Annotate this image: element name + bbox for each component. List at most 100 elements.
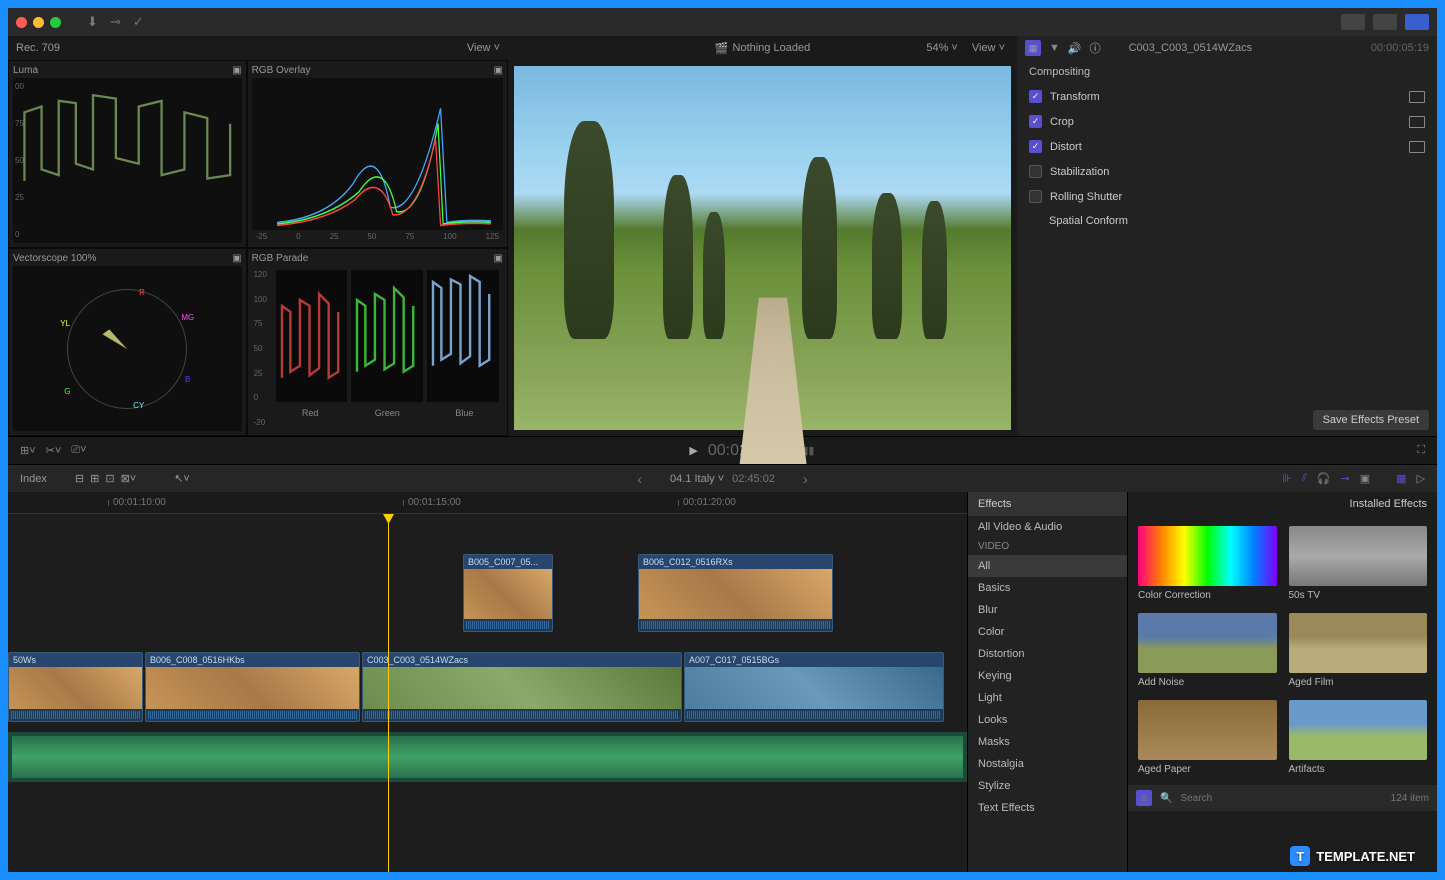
keyword-icon[interactable]: ⊸	[110, 14, 121, 30]
effects-category-blur[interactable]: Blur	[968, 599, 1127, 621]
timeline-toolbar: Index ⊟ ⊞ ⊡ ⊠˅ ↖˅ ‹ 04.1 Italy ˅ 02:45:0…	[8, 464, 1437, 492]
effect-thumb-aged-film[interactable]: Aged Film	[1289, 613, 1428, 688]
checkbox-icon[interactable]: ✓	[1029, 90, 1042, 103]
skimming-icon[interactable]: ⊞˅	[20, 444, 36, 457]
playhead[interactable]	[388, 514, 389, 872]
transform-tool-icon[interactable]	[1409, 141, 1425, 153]
tl-skimming-icon[interactable]: ▣	[1360, 472, 1370, 485]
effects-browser-header[interactable]: Installed Effects	[1128, 492, 1437, 516]
viewer-title: Nothing Loaded	[733, 42, 811, 54]
effects-category-nostalgia[interactable]: Nostalgia	[968, 753, 1127, 775]
checkbox-icon[interactable]: ✓	[1029, 140, 1042, 153]
effects-category-all[interactable]: All	[968, 555, 1127, 577]
prev-edit-button[interactable]: ‹	[617, 471, 662, 487]
viewer-view-menu[interactable]: View ˅	[972, 42, 1005, 54]
timeline-index-button[interactable]: Index	[20, 473, 47, 485]
info-icon[interactable]: ⓘ	[1090, 40, 1101, 56]
timeline-clip[interactable]: A007_C017_0515BGs	[684, 652, 944, 722]
select-tool-icon[interactable]: ↖˅	[174, 472, 190, 485]
inspector-row-distort[interactable]: ✓Distort	[1017, 134, 1437, 159]
vectorscope: R MG B CY G YL	[13, 266, 242, 431]
zoom-level[interactable]: 54% ˅	[926, 42, 958, 54]
transform-tool-icon[interactable]	[1409, 91, 1425, 103]
effects-category-masks[interactable]: Masks	[968, 731, 1127, 753]
tl-audio-lanes-icon[interactable]: ⫽	[1302, 472, 1307, 485]
scope-settings-icon[interactable]: ▣	[494, 253, 503, 264]
tl-snapping-icon[interactable]: ⊸	[1341, 472, 1350, 485]
timeline-clip[interactable]: B005_C007_05...	[463, 554, 553, 632]
snap-icon[interactable]: ✂˅	[46, 444, 62, 457]
tl-clip-appearance-icon[interactable]: ⊪	[1282, 472, 1292, 485]
audio-track[interactable]	[8, 732, 967, 782]
scope-view-menu[interactable]: View ˅	[467, 42, 500, 54]
effects-category-text-effects[interactable]: Text Effects	[968, 797, 1127, 819]
fullscreen-icon[interactable]: ⛶	[1417, 444, 1425, 457]
checkbox-icon[interactable]	[1029, 190, 1042, 203]
share-icon[interactable]	[1405, 14, 1429, 30]
append-icon[interactable]: ⊡	[105, 472, 114, 485]
layout-icon[interactable]	[1341, 14, 1365, 30]
effects-category-keying[interactable]: Keying	[968, 665, 1127, 687]
transitions-browser-icon[interactable]: ▷	[1417, 472, 1425, 485]
viewer-canvas[interactable]	[514, 66, 1011, 430]
save-effects-preset-button[interactable]: Save Effects Preset	[1313, 410, 1429, 430]
luma-scope: 007550250	[13, 78, 242, 243]
filter-icon[interactable]: ▼	[1049, 42, 1060, 54]
tl-headphones-icon[interactable]: 🎧	[1317, 472, 1331, 485]
project-name[interactable]: 04.1 Italy ˅	[670, 473, 724, 485]
scope-settings-icon[interactable]: ▣	[494, 65, 503, 76]
effect-thumb-artifacts[interactable]: Artifacts	[1289, 700, 1428, 775]
import-icon[interactable]: ⬇	[87, 14, 98, 30]
play-button[interactable]: ▶	[689, 444, 697, 457]
inspector-row-transform[interactable]: ✓Transform	[1017, 84, 1437, 109]
viewer-panel: 🎬Nothing Loaded 54% ˅ View ˅	[508, 36, 1017, 436]
layout-icon-2[interactable]	[1373, 14, 1397, 30]
effects-search-input[interactable]	[1180, 793, 1382, 804]
clip-title: C003_C003_0514WZacs	[363, 653, 681, 667]
effect-thumb-label: Aged Paper	[1138, 764, 1277, 775]
inspector-spatial-conform[interactable]: Spatial Conform	[1017, 209, 1437, 233]
trim-icon[interactable]: ⎚˅	[71, 444, 86, 457]
timeline-tracks[interactable]: B005_C007_05... B006_C012_0516RXs 50WsB00…	[8, 514, 967, 872]
effect-thumb-add-noise[interactable]: Add Noise	[1138, 613, 1277, 688]
effects-category-color[interactable]: Color	[968, 621, 1127, 643]
timeline-clip[interactable]: B006_C012_0516RXs	[638, 554, 833, 632]
effects-category-light[interactable]: Light	[968, 687, 1127, 709]
inspector-row-rolling-shutter[interactable]: Rolling Shutter	[1017, 184, 1437, 209]
fx-grid-icon[interactable]: ⊞	[1136, 790, 1152, 806]
bg-tasks-icon[interactable]: ✓	[133, 14, 144, 30]
effects-category-distortion[interactable]: Distortion	[968, 643, 1127, 665]
scopes-panel: Rec. 709 View ˅ Luma▣ 007550250 RGB Over…	[8, 36, 508, 436]
transform-tool-icon[interactable]	[1409, 116, 1425, 128]
video-inspector-icon[interactable]: ▦	[1025, 40, 1041, 56]
effect-thumb-aged-paper[interactable]: Aged Paper	[1138, 700, 1277, 775]
effects-category-basics[interactable]: Basics	[968, 577, 1127, 599]
timeline-clip[interactable]: B006_C008_0516HKbs	[145, 652, 360, 722]
checkbox-icon[interactable]	[1029, 165, 1042, 178]
maximize-icon[interactable]	[50, 17, 61, 28]
effects-category-looks[interactable]: Looks	[968, 709, 1127, 731]
timeline-ruler[interactable]: 00:01:10:00 00:01:15:00 00:01:20:00	[8, 492, 967, 514]
search-icon: 🔍	[1160, 793, 1172, 804]
effects-category-all-video---audio[interactable]: All Video & Audio	[968, 516, 1127, 538]
effect-thumb-50s-tv[interactable]: 50s TV	[1289, 526, 1428, 601]
connect-icon[interactable]: ⊟	[75, 472, 84, 485]
timeline-clip[interactable]: C003_C003_0514WZacs	[362, 652, 682, 722]
timeline[interactable]: 00:01:10:00 00:01:15:00 00:01:20:00 B005…	[8, 492, 967, 872]
timeline-clip[interactable]: 50Ws	[8, 652, 143, 722]
minimize-icon[interactable]	[33, 17, 44, 28]
next-edit-button[interactable]: ›	[783, 471, 828, 487]
inspector-row-crop[interactable]: ✓Crop	[1017, 109, 1437, 134]
inspector-row-stabilization[interactable]: Stabilization	[1017, 159, 1437, 184]
close-icon[interactable]	[16, 17, 27, 28]
overwrite-icon[interactable]: ⊠˅	[121, 472, 137, 485]
effect-thumb-color-correction[interactable]: Color Correction	[1138, 526, 1277, 601]
effects-browser-icon[interactable]: ▦	[1396, 472, 1406, 485]
checkbox-icon[interactable]: ✓	[1029, 115, 1042, 128]
scope-settings-icon[interactable]: ▣	[232, 253, 241, 264]
audio-icon[interactable]: 🔊	[1068, 42, 1082, 55]
scope-settings-icon[interactable]: ▣	[232, 65, 241, 76]
effects-category-stylize[interactable]: Stylize	[968, 775, 1127, 797]
transport-bar: ⊞˅ ✂˅ ⎚˅ ▶ 00:01:14:21 ▮▮ ⛶	[8, 436, 1437, 464]
insert-icon[interactable]: ⊞	[90, 472, 99, 485]
